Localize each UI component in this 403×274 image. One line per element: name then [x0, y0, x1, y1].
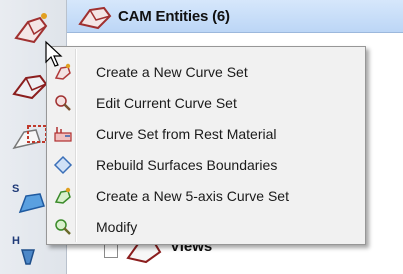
- menu-item-label: Create a New Curve Set: [96, 64, 248, 80]
- context-menu: Create a New Curve Set Edit Current Curv…: [46, 46, 366, 245]
- rest-material-icon: [54, 127, 72, 142]
- menu-item-modify[interactable]: Modify: [49, 211, 361, 242]
- menu-item-label: Create a New 5-axis Curve Set: [96, 188, 289, 204]
- menu-item-rebuild-surfaces-boundaries[interactable]: Rebuild Surfaces Boundaries: [49, 149, 361, 180]
- svg-text:S: S: [12, 183, 19, 195]
- curve-set-edit-icon: [55, 95, 71, 111]
- modify-icon: [55, 219, 71, 235]
- menu-item-label: Edit Current Curve Set: [96, 95, 237, 111]
- menu-item-label: Curve Set from Rest Material: [96, 126, 277, 142]
- menu-item-create-new-curve-set[interactable]: Create a New Curve Set: [49, 56, 361, 87]
- views-checkbox[interactable]: [104, 244, 118, 258]
- rebuild-boundaries-icon: [53, 155, 73, 175]
- five-axis-curve-set-icon: [54, 187, 71, 204]
- cam-entities-title: CAM Entities (6): [118, 8, 230, 25]
- svg-text:H: H: [12, 235, 20, 247]
- menu-item-label: Modify: [96, 219, 138, 235]
- mouse-cursor-icon: [45, 40, 63, 67]
- cam-entities-icon: [78, 6, 112, 30]
- menu-item-edit-current-curve-set[interactable]: Edit Current Curve Set: [49, 87, 361, 118]
- menu-item-curve-set-from-rest-material[interactable]: Curve Set from Rest Material: [49, 118, 361, 149]
- menu-item-label: Rebuild Surfaces Boundaries: [96, 157, 278, 173]
- menu-item-create-new-5-axis-curve-set[interactable]: Create a New 5-axis Curve Set: [49, 180, 361, 211]
